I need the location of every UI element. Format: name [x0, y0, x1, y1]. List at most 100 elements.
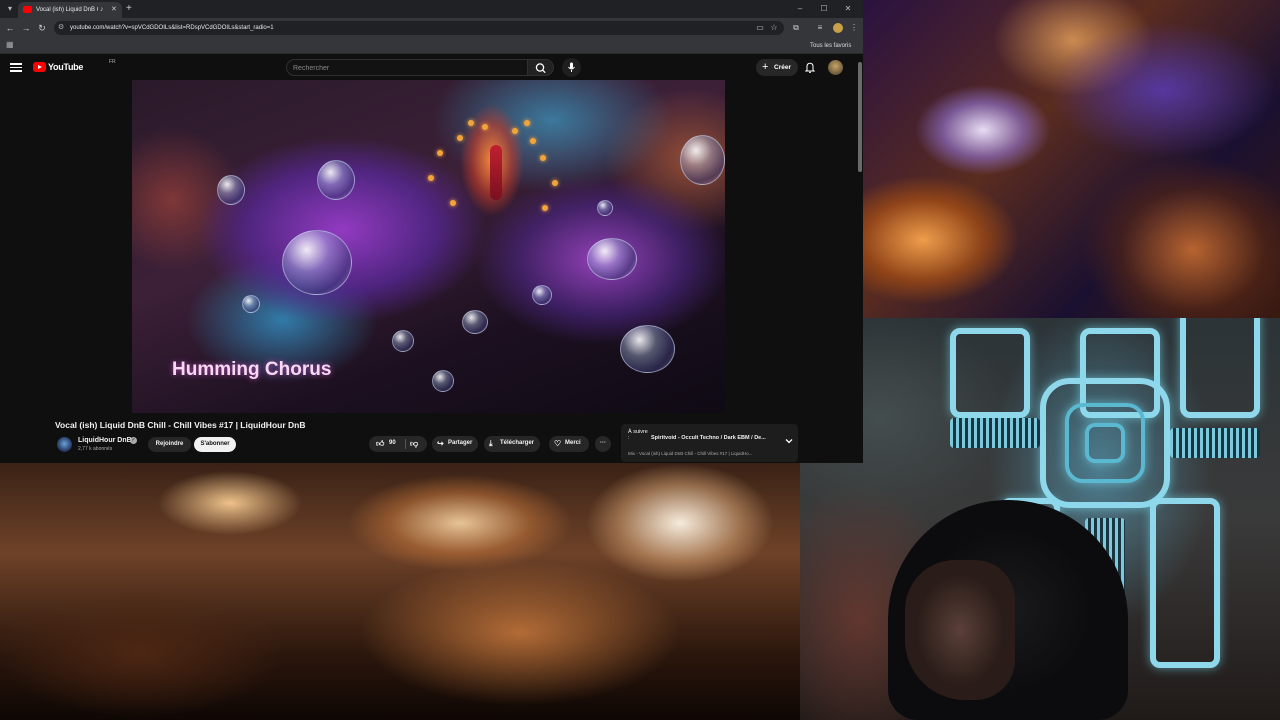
channel-avatar[interactable]: [57, 437, 72, 452]
youtube-favicon-icon: [23, 6, 32, 13]
video-overlay-title: Humming Chorus: [172, 359, 332, 380]
apps-icon[interactable]: ▦: [6, 41, 14, 49]
glyph-bar: [1170, 428, 1260, 458]
bookmark-star-icon[interactable]: ☆: [768, 22, 780, 34]
download-button[interactable]: ⤓ Télécharger: [484, 436, 540, 452]
subscriber-count: 2,77 k abonnés: [78, 446, 113, 452]
extensions-icon[interactable]: ⧉: [790, 22, 802, 34]
search-box: [286, 59, 528, 76]
omnibox[interactable]: ⚙ youtube.com/watch?v=spVCdGDOILs&list=R…: [54, 21, 784, 35]
more-horizontal-icon: ···: [600, 440, 606, 446]
abstract-artwork-bottom-left: [0, 463, 800, 720]
abstract-artwork-top-right: [863, 0, 1280, 318]
flower-stamen: [450, 200, 456, 206]
bookmarks-bar: ▦ Tous les favoris: [0, 38, 863, 54]
close-tab-icon[interactable]: ✕: [111, 5, 117, 15]
all-bookmarks-link[interactable]: Tous les favoris: [810, 41, 851, 51]
join-button[interactable]: Rejoindre: [148, 437, 191, 452]
stream-scene: ▾ Vocal (ish) Liquid DnB Chill - Chill V…: [0, 0, 1280, 720]
channel-name[interactable]: LiquidHour DnB: [78, 436, 132, 446]
flower-stamen: [512, 128, 518, 134]
bell-icon: [804, 62, 816, 73]
tab-youtube[interactable]: Vocal (ish) Liquid DnB Chill - Chill Vib…: [18, 2, 122, 18]
maximize-icon[interactable]: ☐: [816, 3, 832, 15]
flower-stamen: [552, 180, 558, 186]
account-avatar[interactable]: [828, 60, 843, 75]
tab-bar: ▾ Vocal (ish) Liquid DnB Chill - Chill V…: [0, 0, 863, 18]
browser-window: ▾ Vocal (ish) Liquid DnB Chill - Chill V…: [0, 0, 863, 463]
create-button[interactable]: + Créer: [756, 59, 798, 76]
youtube-play-icon: [33, 62, 46, 72]
search-icon: [535, 63, 546, 74]
heart-dollar-icon: ♡: [554, 439, 562, 448]
tab-search-icon[interactable]: ▾: [4, 3, 16, 15]
reload-icon[interactable]: ↻: [36, 22, 48, 34]
notifications-button[interactable]: [803, 60, 817, 74]
flower-pistil: [490, 145, 502, 200]
video-player[interactable]: Humming Chorus: [0, 80, 857, 413]
like-count: 90: [389, 440, 396, 446]
water-droplet: [532, 285, 552, 305]
share-icon: ↪: [437, 439, 444, 448]
thumbs-down-icon[interactable]: 👎︎: [410, 436, 418, 451]
cast-icon[interactable]: ▭: [754, 22, 766, 34]
streamer-face: [905, 560, 1015, 700]
scrollbar-thumb[interactable]: [858, 62, 862, 172]
menu-kebab-icon[interactable]: ⋮: [848, 22, 860, 34]
flower-stamen: [428, 175, 434, 181]
up-next-playlist: Mix - Vocal (ish) Liquid DnB Chill - Chi…: [628, 451, 753, 456]
flower-stamen: [540, 155, 546, 161]
region-code: FR: [109, 59, 116, 65]
new-tab-icon[interactable]: +: [126, 3, 132, 15]
glyph-shape: [1150, 498, 1220, 668]
voice-search-button[interactable]: [562, 58, 581, 77]
thanks-label: Merci: [565, 440, 581, 446]
forward-icon[interactable]: →: [20, 22, 32, 34]
glyph-shape: [950, 328, 1030, 418]
thumbs-up-icon[interactable]: 👍︎: [376, 436, 384, 451]
up-next-label: À suivre :: [628, 429, 648, 441]
share-button[interactable]: ↪ Partager: [432, 436, 478, 452]
up-next-panel[interactable]: À suivre : Spiritvoid - Occult Techno / …: [621, 424, 798, 462]
plus-icon: +: [762, 61, 769, 73]
water-droplet: [432, 370, 454, 392]
chevron-down-icon[interactable]: [784, 436, 794, 446]
page-scrollbar[interactable]: [857, 54, 863, 463]
water-droplet: [317, 160, 355, 200]
video-frame[interactable]: Humming Chorus: [132, 80, 725, 413]
thanks-button[interactable]: ♡ Merci: [549, 436, 589, 452]
water-droplet: [282, 230, 352, 295]
address-bar: ← → ↻ ⚙ youtube.com/watch?v=spVCdGDOILs&…: [0, 18, 863, 38]
minimize-icon[interactable]: –: [792, 3, 808, 15]
download-icon[interactable]: ≡: [814, 22, 826, 34]
hamburger-menu-icon[interactable]: [10, 61, 22, 73]
flower-stamen: [542, 205, 548, 211]
water-droplet: [392, 330, 414, 352]
search-button[interactable]: [528, 59, 554, 76]
url-text: youtube.com/watch?v=spVCdGDOILs&list=RDs…: [70, 25, 274, 31]
flower-stamen: [530, 138, 536, 144]
glyph-shape: [1180, 318, 1260, 418]
video-title: Vocal (ish) Liquid DnB Chill - Chill Vib…: [55, 420, 306, 430]
download-icon: ⤓: [489, 439, 493, 448]
flower-stamen: [482, 124, 488, 130]
water-droplet: [217, 175, 245, 205]
search-input[interactable]: [293, 62, 523, 74]
flower-stamen: [468, 120, 474, 126]
flower-stamen: [437, 150, 443, 156]
create-label: Créer: [774, 64, 791, 71]
water-droplet: [587, 238, 637, 280]
profile-avatar[interactable]: [833, 23, 843, 33]
speaker-icon[interactable]: ♪: [100, 5, 104, 15]
more-actions-button[interactable]: ···: [595, 436, 611, 452]
flower-stamen: [457, 135, 463, 141]
close-window-icon[interactable]: ✕: [840, 3, 856, 15]
water-droplet: [597, 200, 613, 216]
water-droplet: [462, 310, 488, 334]
youtube-masthead: YouTube FR + Créer: [0, 54, 863, 80]
site-info-icon[interactable]: ⚙: [58, 23, 64, 33]
download-label: Télécharger: [500, 440, 535, 446]
subscribe-button[interactable]: S'abonner: [194, 437, 236, 452]
back-icon[interactable]: ←: [4, 22, 16, 34]
water-droplet: [242, 295, 260, 313]
